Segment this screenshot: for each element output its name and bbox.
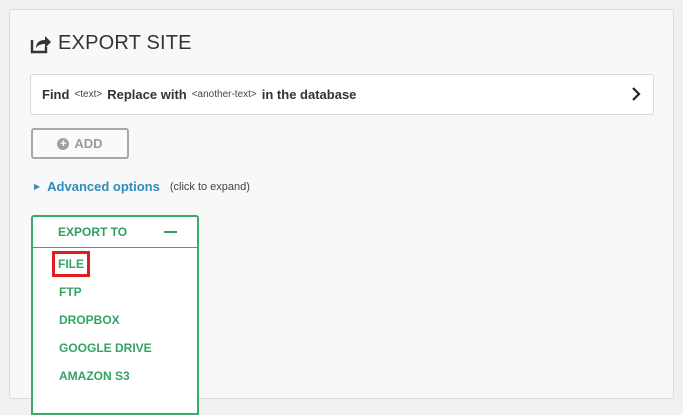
export-site-panel: EXPORT SITE Find <text> Replace with <an…: [9, 9, 674, 415]
advanced-options-toggle[interactable]: ▶ Advanced options (click to expand): [34, 179, 250, 194]
add-button-label: ADD: [74, 136, 103, 151]
add-button[interactable]: + ADD: [31, 128, 129, 159]
export-icon: [30, 34, 52, 54]
plus-circle-icon: +: [57, 137, 70, 150]
page-title-row: EXPORT SITE: [30, 32, 192, 55]
triangle-right-icon: ▶: [34, 182, 41, 191]
export-option-ftp[interactable]: FTP: [59, 285, 82, 299]
find-placeholder: <text>: [74, 89, 103, 100]
find-label: Find: [42, 87, 70, 102]
minus-icon[interactable]: [164, 231, 177, 233]
advanced-options-hint: (click to expand): [169, 180, 250, 193]
export-to-header[interactable]: EXPORT TO: [33, 217, 197, 248]
export-option-dropbox[interactable]: DROPBOX: [59, 313, 120, 327]
export-option-amazon-s3[interactable]: AMAZON S3: [59, 369, 130, 383]
find-replace-row[interactable]: Find <text> Replace with <another-text> …: [30, 74, 654, 115]
export-to-box: EXPORT TO FILE FTP DROPBOX GOOGLE DRIVE …: [31, 215, 199, 415]
export-option-google-drive[interactable]: GOOGLE DRIVE: [59, 341, 152, 355]
export-option-file[interactable]: FILE: [52, 251, 90, 277]
page-title: EXPORT SITE: [58, 32, 192, 54]
replace-placeholder: <another-text>: [191, 89, 257, 100]
chevron-right-icon[interactable]: [631, 87, 641, 104]
advanced-options-link[interactable]: Advanced options: [47, 179, 160, 194]
export-to-title: EXPORT TO: [58, 225, 128, 239]
replace-label: Replace with: [107, 87, 187, 102]
database-suffix: in the database: [261, 87, 357, 102]
